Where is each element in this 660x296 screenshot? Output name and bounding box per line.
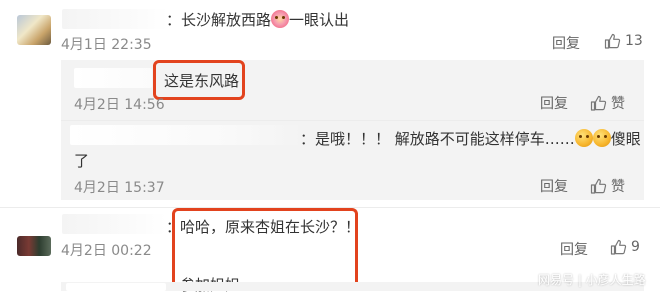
thumbs-up-icon [610,239,627,255]
thumbs-up-icon [590,178,607,194]
highlight-box [153,60,245,100]
thumbs-up-icon [590,95,607,111]
reply-username-obscured [66,283,166,291]
reply-date: 4月2日 15:37 [74,180,165,196]
reply-like-button[interactable]: 赞 [590,93,625,113]
reply-label: 回复 [540,96,568,112]
crying-laughing-emoji-icon [574,129,593,147]
like-count: 9 [631,239,640,255]
reply-username-obscured[interactable] [74,68,152,88]
comment-date: 4月1日 22:35 [61,37,152,53]
reply-reply-button[interactable]: 回复 [540,176,568,196]
reply-like-button[interactable]: 赞 [590,176,625,196]
reply-date: 4月2日 14:56 [74,97,165,113]
reply-text-part: ：是哦！！！ 解放路不可能这样停车…… [300,130,575,148]
avatar[interactable] [17,15,51,45]
like-button[interactable]: 9 [610,239,640,255]
comment-text-suffix: 一眼认出 [289,11,350,29]
reply-text-line: 了 [74,152,90,170]
reply-label: 回复 [540,179,568,195]
reply-button[interactable]: 回复 [552,33,580,53]
divider [61,120,644,121]
thumbs-up-icon [604,33,621,49]
comment-text: ：长沙解放西路 一眼认出 [166,9,349,31]
reply-label: 回复 [552,36,580,52]
reply-text-part: 傻眼 [610,130,641,148]
like-label: 赞 [611,96,625,112]
reply-username-obscured[interactable] [70,125,302,145]
avatar[interactable] [17,236,51,256]
username-obscured[interactable] [62,214,166,234]
comment-text-prefix: ：长沙解放西路 [166,11,272,29]
reply-reply-button[interactable]: 回复 [540,93,568,113]
like-button[interactable]: 13 [604,33,643,49]
watermark: 网易号 | 小彦人生路 [538,273,646,287]
crying-laughing-emoji-icon [592,129,611,147]
reply-text-line: ：是哦！！！ 解放路不可能这样停车…… 傻眼 [300,128,641,150]
flower-face-emoji-icon [271,10,290,28]
like-label: 赞 [611,179,625,195]
reply-label: 回复 [560,242,588,258]
username-obscured[interactable] [62,9,168,29]
highlight-box [172,208,358,291]
reply-button[interactable]: 回复 [560,239,588,259]
comment-date: 4月2日 00:22 [61,243,152,259]
like-count: 13 [625,33,643,49]
